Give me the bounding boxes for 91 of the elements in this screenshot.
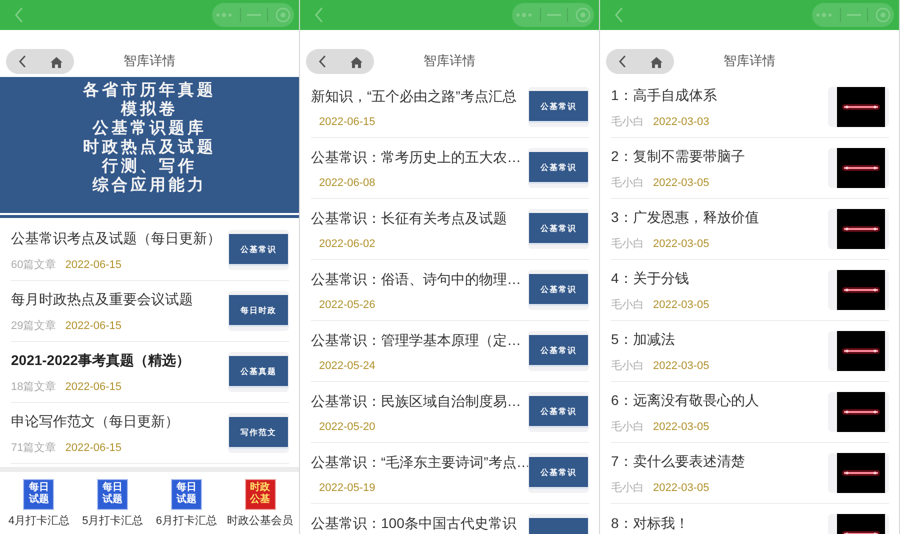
article-title[interactable]: 1：高手自成体系 xyxy=(611,87,828,105)
tile-icon[interactable]: 每日 试题 xyxy=(23,478,54,510)
cover-image: 公基真题 xyxy=(229,356,288,388)
article-title[interactable]: 每月时政热点及重要会议试题 xyxy=(11,291,228,309)
close-icon[interactable] xyxy=(574,7,591,23)
author-name: 毛小白 xyxy=(611,114,644,129)
article-title[interactable]: 公基常识：管理学基本原理（定… xyxy=(311,332,528,350)
article-title[interactable]: 4：关于分钱 xyxy=(611,270,828,288)
article-date: 2022-06-02 xyxy=(319,238,376,250)
article-date: 2022-05-24 xyxy=(319,360,376,372)
article-title[interactable]: 新知识，“五个必由之路”考点汇总 xyxy=(311,88,528,106)
tile-icon[interactable]: 每日 试题 xyxy=(170,478,202,510)
close-icon[interactable] xyxy=(874,7,891,23)
banner-text: 公基常识题库 xyxy=(92,119,206,138)
author-name: 毛小白 xyxy=(611,420,644,434)
article-date: 2022-05-26 xyxy=(319,298,376,310)
author-name: 毛小白 xyxy=(611,358,644,373)
article-date: 2022-03-05 xyxy=(653,298,710,310)
article-title[interactable]: 7：卖什么要表述清楚 xyxy=(611,453,828,471)
article-date: 2022-03-03 xyxy=(653,116,710,128)
back-icon[interactable] xyxy=(318,55,326,68)
page-title: 智库详情 xyxy=(724,53,776,68)
back-icon[interactable] xyxy=(18,55,26,68)
nav-label[interactable]: 时政公基会员 xyxy=(227,512,294,528)
article-date: 2022-06-15 xyxy=(65,380,122,392)
more-icon[interactable] xyxy=(215,11,234,19)
cover-image: 公基常识 xyxy=(229,234,288,266)
home-icon[interactable] xyxy=(350,56,362,68)
minimize-icon[interactable] xyxy=(546,13,561,17)
article-title[interactable]: 申论写作范文（每日更新） xyxy=(11,413,228,431)
cover-image: 每日时政 xyxy=(229,295,288,327)
article-date: 2022-05-20 xyxy=(319,420,376,432)
article-title[interactable]: 公基常识：长征有关考点及试题 xyxy=(311,210,528,228)
article-count: 18篇文章 xyxy=(11,380,56,394)
nav-label[interactable]: 6月打卡汇总 xyxy=(156,512,217,528)
article-title[interactable]: 2021-2022事考真题（精选） xyxy=(11,352,228,370)
banner-text: 综合应用能力 xyxy=(92,176,206,195)
page-title: 智库详情 xyxy=(124,53,176,68)
article-title[interactable]: 公基常识：100条中国古代史常识 xyxy=(311,515,528,533)
cover-image: 公基常识 xyxy=(529,213,588,245)
tile-icon[interactable]: 时政 公基 xyxy=(244,478,276,510)
article-date: 2022-06-15 xyxy=(319,116,376,128)
author-name: 毛小白 xyxy=(611,298,644,312)
minimize-icon[interactable] xyxy=(246,13,261,17)
article-count: 71篇文章 xyxy=(11,440,56,455)
cover-image: 公基常识 xyxy=(529,91,588,123)
banner-text: 模拟卷 xyxy=(121,100,178,119)
article-title[interactable]: 公基常识：常考历史上的五大农… xyxy=(311,149,528,167)
cover-image: 公基常识 xyxy=(529,335,588,367)
cover-image: 公基常识 xyxy=(529,396,588,428)
article-title[interactable]: 5：加减法 xyxy=(611,331,828,349)
article-date: 2022-03-05 xyxy=(653,238,710,250)
more-icon[interactable] xyxy=(515,11,534,19)
page-title: 智库详情 xyxy=(424,53,476,68)
article-count: 60篇文章 xyxy=(11,258,56,272)
article-title[interactable]: 2：复制不需要带脑子 xyxy=(611,148,828,166)
article-date: 2022-05-19 xyxy=(319,482,376,494)
cover-image: 公基常识 xyxy=(529,274,588,306)
home-icon[interactable] xyxy=(650,56,662,68)
cover-image: 公基常识 xyxy=(529,152,588,184)
article-title[interactable]: 公基常识：俗语、诗句中的物理… xyxy=(311,271,528,289)
article-date: 2022-03-05 xyxy=(653,420,710,432)
article-date: 2022-03-05 xyxy=(653,176,710,188)
author-name: 毛小白 xyxy=(611,480,644,495)
author-name: 毛小白 xyxy=(611,236,644,251)
article-title[interactable]: 公基常识考点及试题（每日更新） xyxy=(11,230,228,248)
article-date: 2022-06-08 xyxy=(319,176,376,188)
article-date: 2022-03-05 xyxy=(653,360,710,372)
article-count: 29篇文章 xyxy=(11,318,56,333)
cover-image: 写作范文 xyxy=(229,417,288,449)
banner-text: 时政热点及试题 xyxy=(83,138,216,157)
banner-text: 行测、写作 xyxy=(102,157,197,176)
article-title[interactable]: 3：广发恩惠，释放价值 xyxy=(611,209,828,227)
article-date: 2022-06-15 xyxy=(65,442,122,454)
close-icon[interactable] xyxy=(274,7,291,23)
article-date: 2022-06-15 xyxy=(65,258,122,270)
article-date: 2022-06-15 xyxy=(65,320,122,332)
banner-text: 各省市历年真题 xyxy=(83,81,216,100)
article-title[interactable]: 6：远离没有敬畏心的人 xyxy=(611,392,828,410)
cover-image: 公基常识 xyxy=(529,457,588,489)
back-icon[interactable] xyxy=(618,55,626,68)
article-title[interactable]: 8：对标我！ xyxy=(611,515,828,533)
nav-label[interactable]: 4月打卡汇总 xyxy=(8,512,70,528)
article-title[interactable]: 公基常识：民族区域自治制度易… xyxy=(311,393,528,411)
author-name: 毛小白 xyxy=(611,176,644,190)
minimize-icon[interactable] xyxy=(846,13,861,17)
nav-label[interactable]: 5月打卡汇总 xyxy=(82,512,144,528)
more-icon[interactable] xyxy=(815,11,834,19)
tile-icon[interactable]: 每日 试题 xyxy=(97,478,128,510)
home-icon[interactable] xyxy=(50,56,62,68)
article-date: 2022-03-05 xyxy=(653,482,710,494)
